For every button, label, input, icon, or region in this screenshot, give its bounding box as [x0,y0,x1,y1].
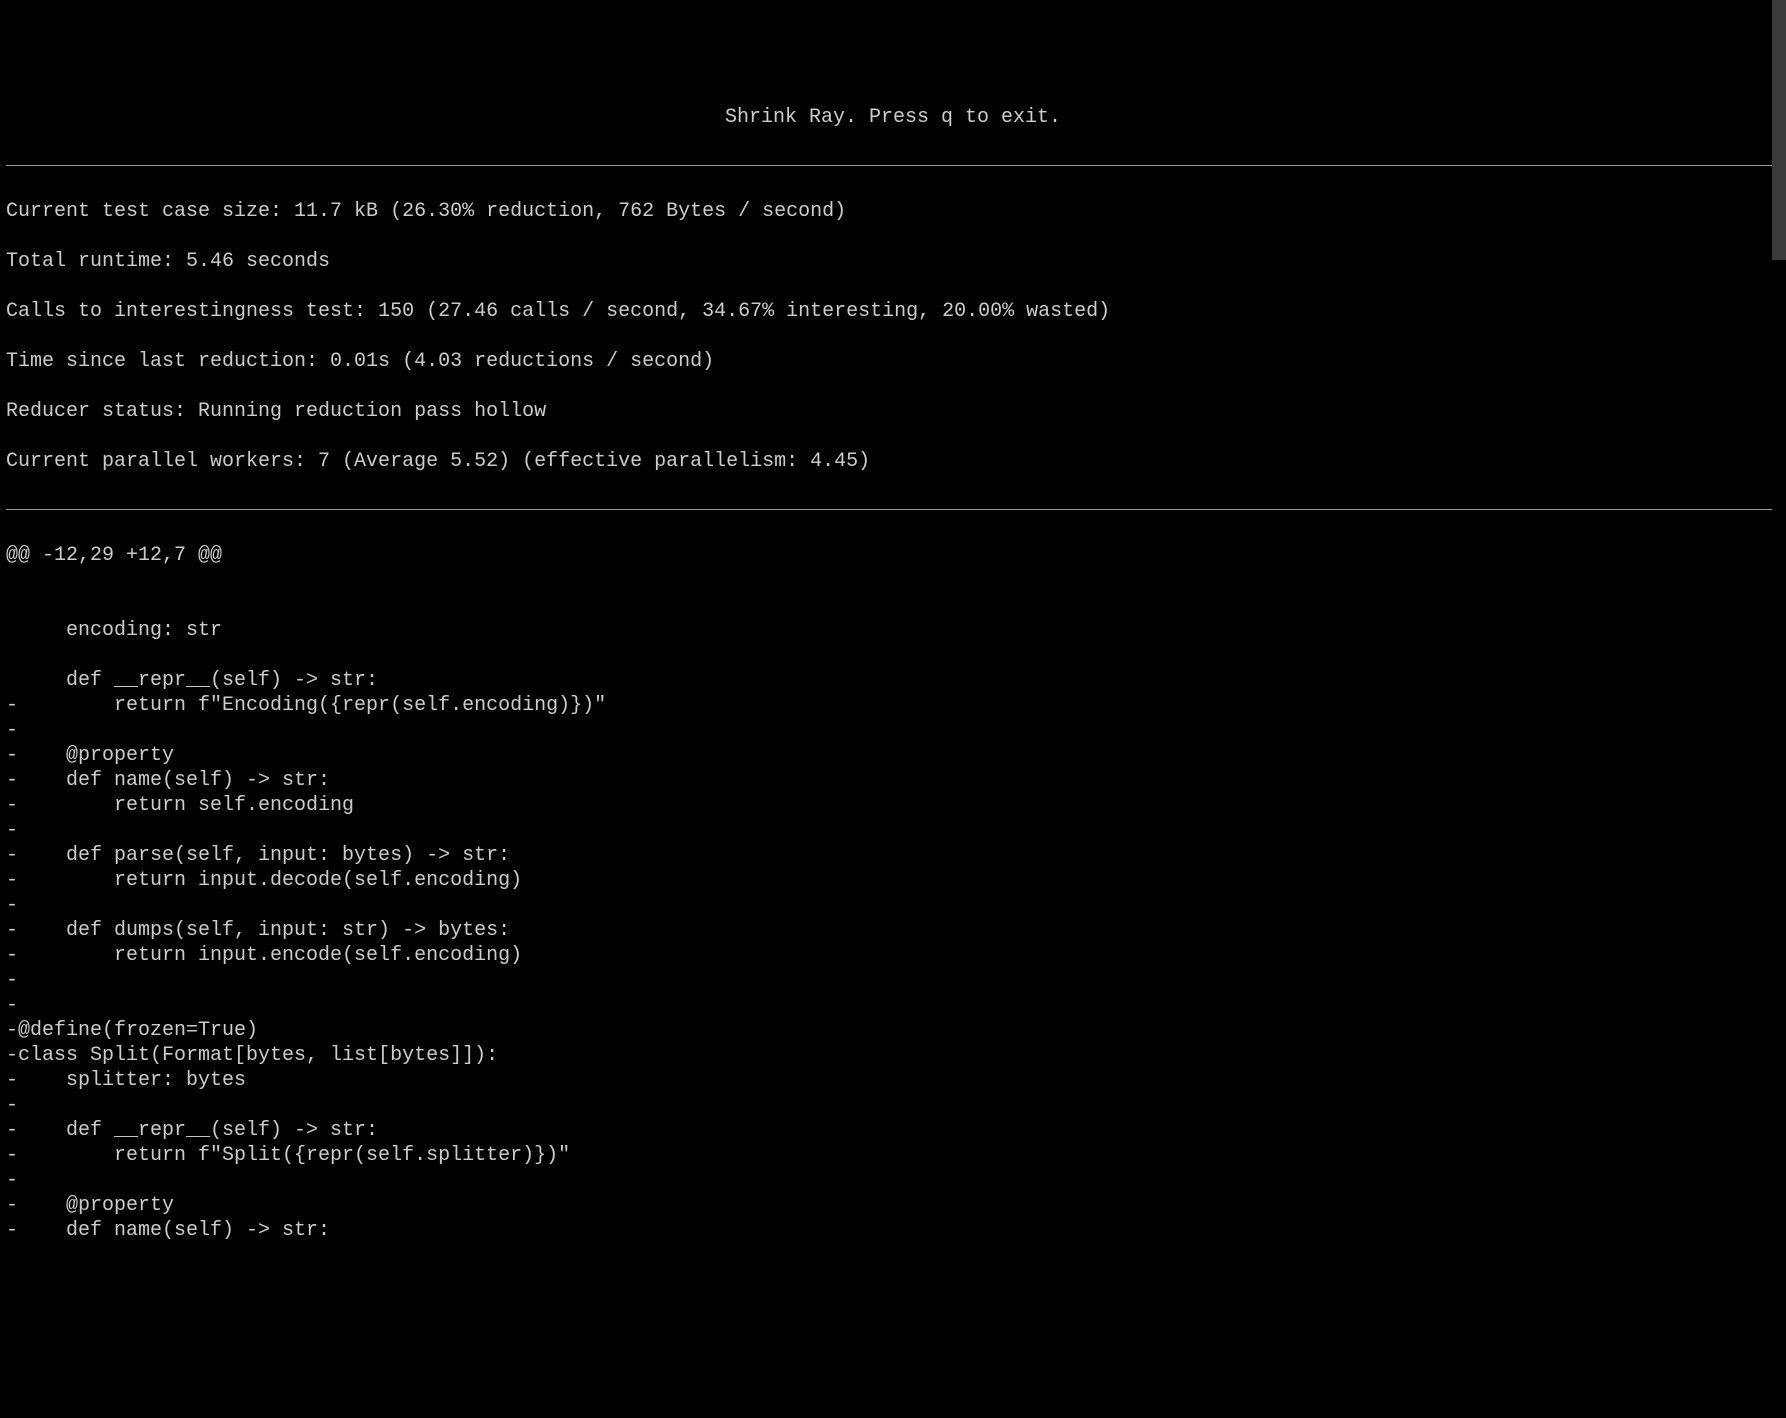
stat-reducer-status: Reducer status: Running reduction pass h… [6,399,1780,424]
diff-hunk-header: @@ -12,29 +12,7 @@ [6,543,1780,568]
divider-top [6,165,1780,166]
divider-mid [6,509,1780,510]
stat-calls: Calls to interestingness test: 150 (27.4… [6,299,1780,324]
stat-current-size: Current test case size: 11.7 kB (26.30% … [6,199,1780,224]
scrollbar-thumb[interactable] [1772,0,1786,260]
stat-parallel-workers: Current parallel workers: 7 (Average 5.5… [6,449,1780,474]
stat-time-since-last: Time since last reduction: 0.01s (4.03 r… [6,349,1780,374]
scrollbar-track[interactable] [1772,0,1786,1222]
stat-total-runtime: Total runtime: 5.46 seconds [6,249,1780,274]
diff-body: encoding: str def __repr__(self) -> str:… [6,593,1780,1243]
app-title: Shrink Ray. Press q to exit. [6,105,1780,130]
